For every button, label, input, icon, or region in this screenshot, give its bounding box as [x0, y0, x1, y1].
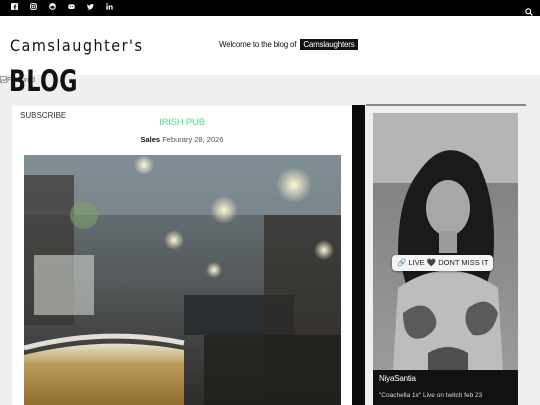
- post-meta: Sales Feburary 28, 2026: [12, 135, 352, 144]
- model-name[interactable]: NiyaSantia: [379, 374, 416, 383]
- discord-icon[interactable]: [62, 3, 81, 14]
- post-category[interactable]: Sales: [141, 135, 161, 144]
- content-divider: [352, 105, 365, 405]
- header-band: [0, 75, 540, 105]
- facebook-icon[interactable]: [5, 3, 24, 14]
- reddit-icon[interactable]: [43, 3, 62, 14]
- featured-model-card[interactable]: 🔗 LIVE 🖤 DONT MISS IT NiyaSantia "Coache…: [373, 113, 518, 405]
- top-bar: [0, 0, 540, 16]
- site-brand[interactable]: Camslaughter's: [10, 36, 143, 55]
- tagline-pill[interactable]: Camslaughters: [300, 39, 358, 50]
- post-title[interactable]: IRISH PUB: [12, 117, 352, 128]
- instagram-icon[interactable]: [24, 3, 43, 14]
- tagline-prefix: Welcome to the blog of: [219, 40, 297, 49]
- live-badge[interactable]: 🔗 LIVE 🖤 DONT MISS IT: [392, 255, 494, 271]
- site-tagline: Welcome to the blog of Camslaughters: [219, 39, 358, 50]
- model-description: "Coachella 1x" Live on twitch feb 23: [379, 392, 483, 399]
- twitter-icon[interactable]: [81, 3, 100, 14]
- social-links: [5, 3, 119, 14]
- linkedin-icon[interactable]: [100, 3, 119, 14]
- model-photo[interactable]: [373, 113, 518, 370]
- post-featured-image[interactable]: [24, 155, 341, 405]
- page-title: BLOG: [9, 64, 78, 98]
- search-icon[interactable]: [525, 3, 533, 21]
- sidebar-rule: [366, 104, 526, 106]
- post-date: Feburary 28, 2026: [162, 135, 224, 144]
